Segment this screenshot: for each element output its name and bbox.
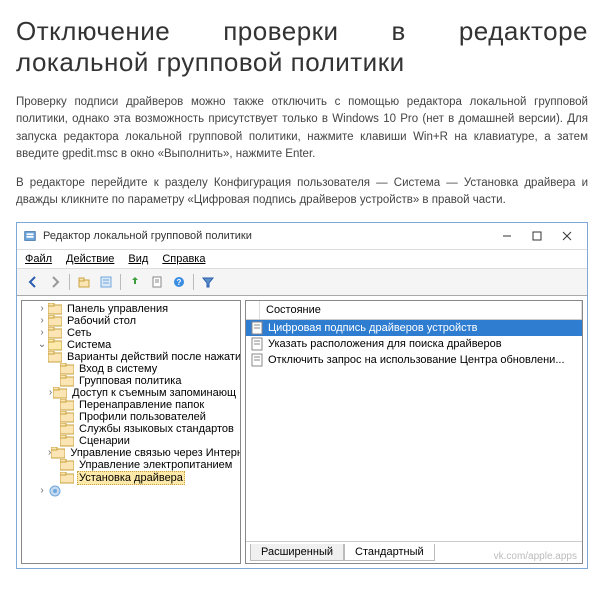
tree-label: Управление электропитанием [77, 459, 234, 471]
toolbar-separator [69, 274, 70, 290]
tree-label: Управление связью через Интернe [68, 447, 241, 459]
folder-icon [48, 327, 62, 339]
list-item-label: Отключить запрос на использование Центра… [268, 354, 565, 366]
list-item[interactable]: Отключить запрос на использование Центра… [246, 352, 582, 368]
tree-node[interactable]: Вход в систему [22, 363, 240, 375]
tree-label: Доступ к съемным запоминающ [70, 387, 238, 399]
folder-icon [60, 363, 74, 375]
folder-icon [60, 399, 74, 411]
article-paragraph-1: Проверку подписи драйверов можно также о… [16, 94, 588, 163]
tree-pane[interactable]: ›Панель управления ›Рабочий стол ›Сеть ⌄… [21, 300, 241, 564]
export-button[interactable] [125, 272, 145, 292]
back-button[interactable] [23, 272, 43, 292]
column-state[interactable]: Состояние [260, 301, 582, 319]
tree-label: Система [65, 339, 113, 351]
folder-icon [48, 351, 62, 363]
tree-node[interactable]: ›Доступ к съемным запоминающ [22, 387, 240, 399]
menubar: Файл Действие Вид Справка [17, 250, 587, 269]
toolbar-separator [120, 274, 121, 290]
tree-node[interactable]: Профили пользователей [22, 411, 240, 423]
list-item[interactable]: Указать расположения для поиска драйверо… [246, 336, 582, 352]
list-item-label: Цифровая подпись драйверов устройств [268, 322, 478, 334]
tree-node[interactable]: Перенаправление папок [22, 399, 240, 411]
tree-label: Панель управления [65, 303, 170, 315]
folder-icon [60, 459, 74, 471]
policy-icon [250, 321, 264, 335]
tree-node[interactable]: ›Управление связью через Интернe [22, 447, 240, 459]
tree-label: Рабочий стол [65, 315, 138, 327]
tree-label: Сценарии [77, 435, 132, 447]
folder-icon [60, 375, 74, 387]
tree-node-system[interactable]: ⌄Система [22, 339, 240, 351]
app-icon [23, 229, 37, 243]
article-paragraph-2: В редакторе перейдите к разделу Конфигур… [16, 175, 588, 210]
up-button[interactable] [74, 272, 94, 292]
folder-icon [53, 387, 67, 399]
tree-node[interactable]: Варианты действий после нажати [22, 351, 240, 363]
tree-node-driver-install[interactable]: Установка драйвера [22, 471, 240, 485]
forward-button[interactable] [45, 272, 65, 292]
tree-node[interactable]: Сценарии [22, 435, 240, 447]
list-item-label: Указать расположения для поиска драйверо… [268, 338, 502, 350]
settings-icon [48, 485, 62, 497]
tree-label: Службы языковых стандартов [77, 423, 236, 435]
tree-node-network[interactable]: ›Сеть [22, 327, 240, 339]
tree-label: Варианты действий после нажати [65, 351, 241, 363]
folder-icon [60, 472, 74, 484]
watermark: vk.com/apple.apps [494, 551, 577, 562]
folder-icon [51, 447, 65, 459]
folder-icon [60, 423, 74, 435]
tree-label: Установка драйвера [77, 471, 185, 485]
tree-node-desktop[interactable]: ›Рабочий стол [22, 315, 240, 327]
tree-node[interactable]: Службы языковых стандартов [22, 423, 240, 435]
toolbar: ? [17, 269, 587, 296]
gpedit-window: Редактор локальной групповой политики Фа… [16, 222, 588, 569]
folder-open-icon [48, 339, 62, 351]
folder-icon [48, 303, 62, 315]
article-heading: Отключение проверки в редакторе локально… [16, 16, 588, 78]
filter-button[interactable] [198, 272, 218, 292]
folder-icon [60, 435, 74, 447]
list-item[interactable]: Цифровая подпись драйверов устройств [246, 320, 582, 336]
tree-node[interactable]: Групповая политика [22, 375, 240, 387]
properties-button[interactable] [96, 272, 116, 292]
menu-file[interactable]: Файл [25, 253, 52, 265]
policy-icon [250, 337, 264, 351]
folder-icon [48, 315, 62, 327]
tree-label: Групповая политика [77, 375, 183, 387]
list-body[interactable]: Цифровая подпись драйверов устройств Ука… [246, 320, 582, 541]
help-button[interactable]: ? [169, 272, 189, 292]
tree-node-control-panel[interactable]: ›Панель управления [22, 303, 240, 315]
column-blank[interactable] [246, 301, 260, 319]
svg-text:?: ? [177, 278, 182, 287]
window-title: Редактор локальной групповой политики [43, 230, 493, 242]
list-header: Состояние [246, 301, 582, 320]
policy-icon [250, 353, 264, 367]
menu-action[interactable]: Действие [66, 253, 114, 265]
tree-label: Профили пользователей [77, 411, 208, 423]
menu-view[interactable]: Вид [128, 253, 148, 265]
minimize-button[interactable] [493, 227, 521, 245]
menu-help[interactable]: Справка [162, 253, 205, 265]
tree-label: Вход в систему [77, 363, 159, 375]
close-button[interactable] [553, 227, 581, 245]
tree-label: Перенаправление папок [77, 399, 206, 411]
tree-node-collapsed[interactable]: › [22, 485, 240, 497]
toolbar-separator [193, 274, 194, 290]
tree-label: Сеть [65, 327, 93, 339]
titlebar[interactable]: Редактор локальной групповой политики [17, 223, 587, 250]
folder-icon [60, 411, 74, 423]
maximize-button[interactable] [523, 227, 551, 245]
list-pane: Состояние Цифровая подпись драйверов уст… [245, 300, 583, 564]
tree-node[interactable]: Управление электропитанием [22, 459, 240, 471]
refresh-button[interactable] [147, 272, 167, 292]
